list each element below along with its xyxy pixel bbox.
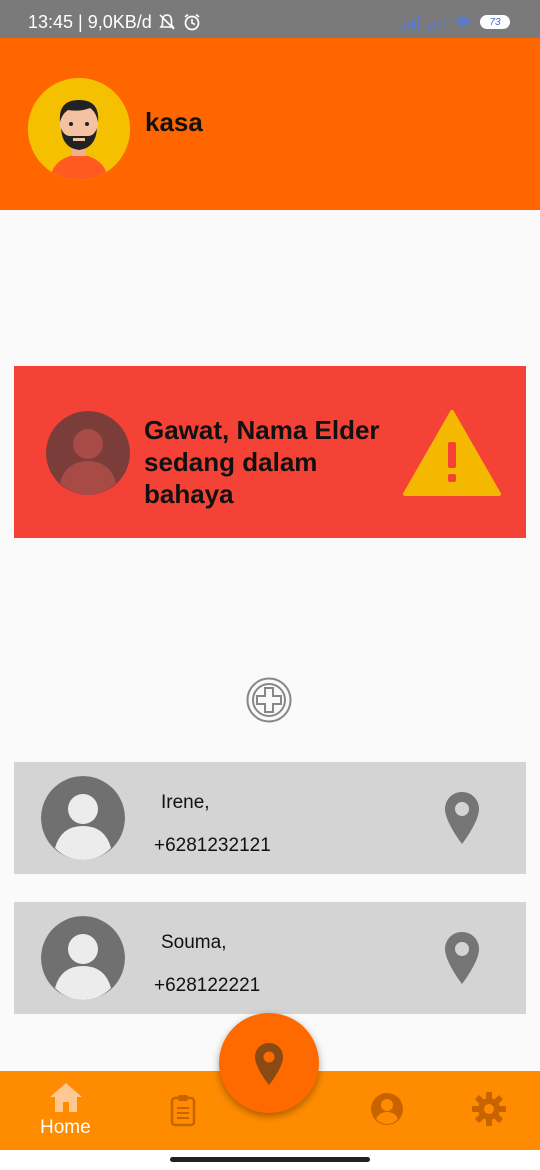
gear-icon	[472, 1092, 506, 1126]
nav-clipboard[interactable]	[170, 1093, 196, 1132]
person-icon	[41, 776, 125, 860]
location-pin-icon[interactable]	[443, 930, 481, 986]
man-beard-avatar-icon	[28, 78, 130, 180]
plus-circle-icon[interactable]	[246, 677, 292, 723]
location-pin-icon	[255, 1043, 283, 1085]
elder-avatar	[46, 411, 130, 495]
contact-avatar	[41, 916, 125, 1000]
warning-triangle-icon	[403, 410, 501, 496]
location-pin-icon[interactable]	[443, 790, 481, 846]
danger-alert-banner[interactable]: Gawat, Nama Elder sedang dalam bahaya	[14, 366, 526, 538]
nav-home[interactable]	[48, 1081, 84, 1118]
profile-header: kasa	[0, 38, 540, 210]
account-icon	[371, 1093, 403, 1125]
alarm-icon	[184, 13, 200, 31]
contact-name: Souma,	[161, 932, 227, 953]
status-bar: 13:45 | 9,0KB/d 73	[0, 0, 540, 38]
contact-name: Irene,	[161, 792, 210, 813]
nav-account[interactable]	[369, 1091, 405, 1132]
battery-icon: 73	[480, 15, 510, 29]
status-time: 13:45 | 9,0KB/d	[28, 12, 152, 32]
signal-icon	[428, 15, 446, 29]
person-icon	[41, 916, 125, 1000]
contact-card[interactable]: Irene, +6281232121	[14, 762, 526, 874]
nav-home-label[interactable]: Home	[40, 1117, 91, 1139]
contact-phone: +628122221	[154, 975, 261, 996]
nav-settings[interactable]	[471, 1091, 507, 1132]
gesture-handle[interactable]	[170, 1157, 370, 1162]
clipboard-icon	[170, 1095, 196, 1127]
mute-bell-icon	[159, 14, 175, 30]
contact-avatar	[41, 776, 125, 860]
signal-icon	[402, 15, 420, 29]
home-icon	[50, 1083, 82, 1112]
location-fab-button[interactable]	[219, 1013, 319, 1113]
wifi-icon	[455, 16, 471, 28]
contact-phone: +6281232121	[154, 835, 271, 856]
alert-message: Gawat, Nama Elder sedang dalam bahaya	[144, 415, 380, 509]
contact-card[interactable]: Souma, +628122221	[14, 902, 526, 1014]
status-icons: 73	[402, 14, 510, 30]
username-label: kasa	[145, 107, 203, 137]
person-icon	[46, 411, 130, 495]
user-avatar[interactable]	[28, 78, 130, 180]
gesture-area	[0, 1150, 540, 1170]
